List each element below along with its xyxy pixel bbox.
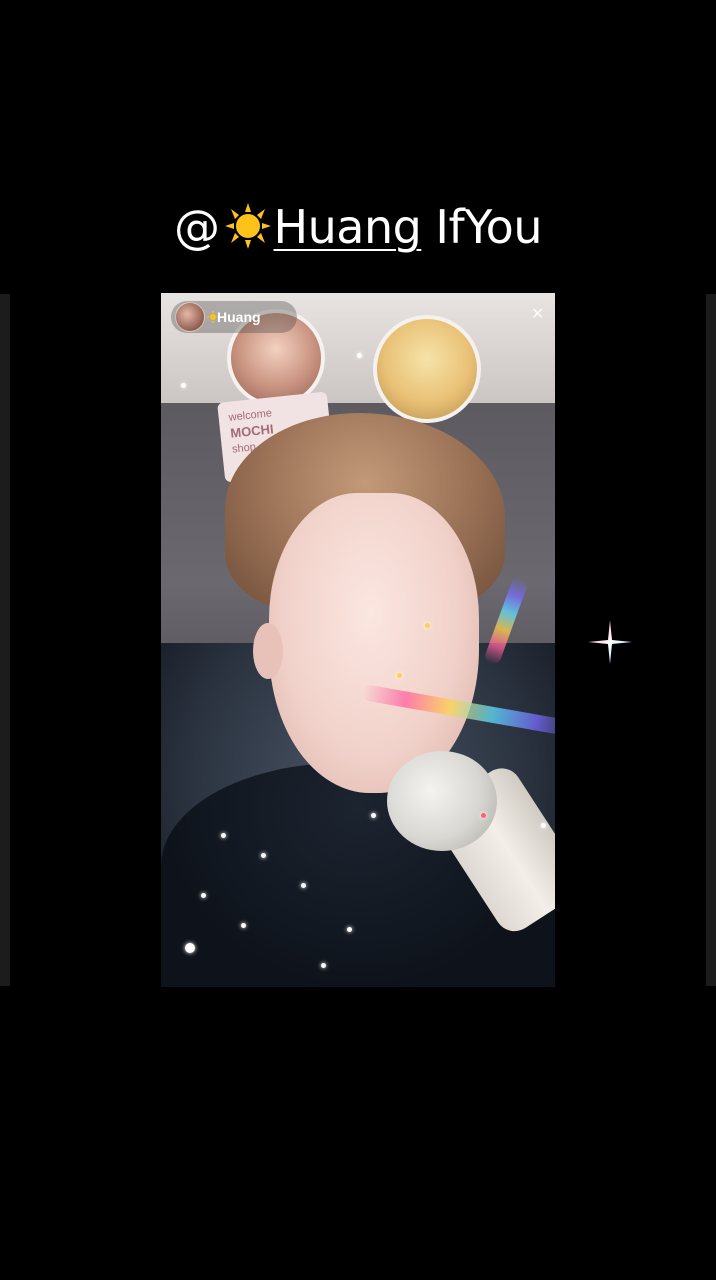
sparkle [261, 853, 266, 858]
host-avatar[interactable] [175, 302, 205, 332]
sparkle [397, 673, 402, 678]
face [269, 493, 479, 793]
sparkle [181, 383, 186, 388]
girl-sticker-2 [373, 315, 481, 423]
sparkle [541, 823, 546, 828]
close-icon[interactable]: ✕ [531, 307, 547, 323]
right-edge-strip [706, 294, 716, 986]
sparkle [221, 833, 226, 838]
sparkle [185, 943, 195, 953]
sparkle [371, 813, 376, 818]
sparkle [347, 927, 352, 932]
sparkle [301, 883, 306, 888]
caption: @ Huang IfYou [0, 200, 716, 254]
page: @ Huang IfYou welcome MOCHI shop Huang ✕ [0, 0, 716, 1280]
sparkle [481, 813, 486, 818]
sparkle [425, 623, 430, 628]
ear [253, 623, 283, 679]
host-badge[interactable]: Huang [171, 301, 297, 333]
caption-suffix: IfYou [421, 200, 542, 254]
sparkle [241, 923, 246, 928]
caption-mention-link[interactable]: Huang [222, 200, 422, 254]
microphone-head [387, 751, 497, 851]
sparkle [357, 353, 362, 358]
sparkle [201, 893, 206, 898]
live-video-frame[interactable]: welcome MOCHI shop Huang ✕ [161, 293, 555, 987]
sparkle-star-icon [588, 620, 632, 664]
caption-at: @ [174, 200, 220, 254]
sparkle [321, 963, 326, 968]
left-edge-strip [0, 294, 10, 986]
host-name: Huang [217, 309, 261, 325]
caption-mention-text: Huang [273, 200, 422, 254]
sun-icon [224, 203, 271, 249]
